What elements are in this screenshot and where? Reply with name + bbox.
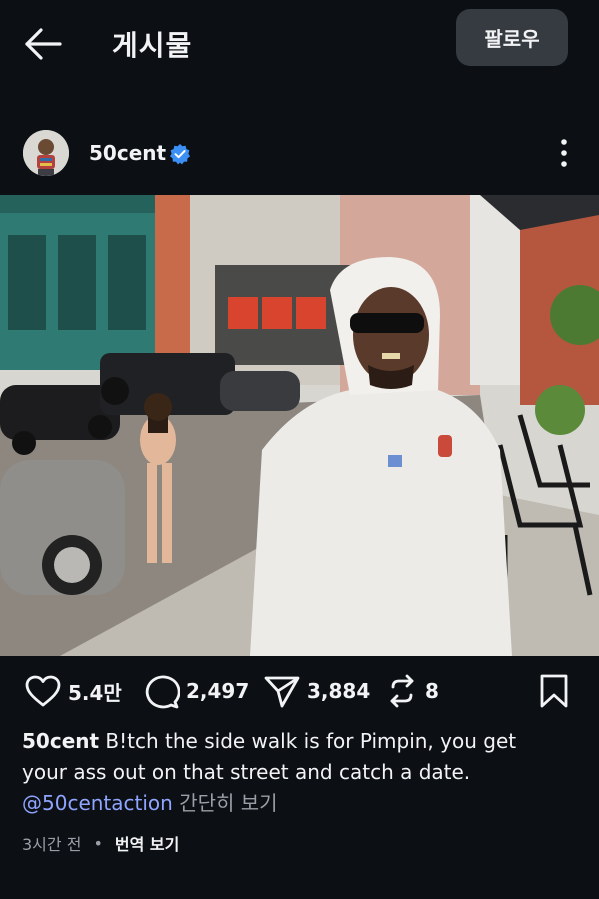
- author-name[interactable]: 50cent: [89, 141, 166, 165]
- post-meta: 3시간 전 • 번역 보기: [22, 831, 179, 855]
- share-button[interactable]: 3,884: [263, 668, 370, 714]
- repost-count: 8: [425, 679, 439, 703]
- comment-bubble-icon: [145, 675, 180, 709]
- timestamp: 3시간 전: [22, 835, 82, 854]
- more-options-icon[interactable]: [552, 138, 576, 168]
- see-less-link[interactable]: 간단히 보기: [179, 791, 277, 815]
- page-title: 게시물: [112, 29, 193, 62]
- bookmark-icon: [540, 674, 568, 708]
- caption-line-3: @50centaction 간단히 보기: [22, 788, 582, 819]
- follow-button[interactable]: 팔로우: [456, 9, 568, 66]
- separator-dot: •: [93, 833, 103, 853]
- save-button[interactable]: [538, 668, 570, 714]
- repost-button[interactable]: 8: [385, 668, 439, 714]
- share-count: 3,884: [307, 679, 371, 703]
- send-icon: [264, 676, 300, 708]
- like-count: 5.4만: [68, 680, 122, 705]
- post-author-row: 50cent: [0, 126, 599, 182]
- translate-link[interactable]: 번역 보기: [115, 831, 179, 855]
- post-actions-bar: 5.4만 2,497 3,884 8: [0, 668, 599, 714]
- back-arrow-icon[interactable]: [22, 26, 64, 62]
- caption-text-1: B!tch the side walk is for Pimpin, you g…: [105, 729, 517, 753]
- comment-button[interactable]: 2,497: [142, 668, 249, 714]
- mention-link[interactable]: @50centaction: [22, 791, 173, 815]
- like-button[interactable]: 5.4만: [24, 668, 122, 714]
- verified-badge-icon: [169, 143, 191, 165]
- comment-count: 2,497: [186, 679, 250, 703]
- repost-icon: [390, 674, 414, 708]
- heart-icon: [25, 675, 61, 707]
- caption-text-2: your ass out on that street and catch a …: [22, 760, 471, 784]
- avatar[interactable]: [23, 130, 69, 176]
- post-caption: 50cent B!tch the side walk is for Pimpin…: [22, 726, 582, 819]
- caption-line-1: 50cent B!tch the side walk is for Pimpin…: [22, 726, 582, 757]
- post-image[interactable]: [0, 195, 599, 656]
- top-bar: 게시물 팔로우: [0, 0, 599, 90]
- caption-author[interactable]: 50cent: [22, 729, 99, 753]
